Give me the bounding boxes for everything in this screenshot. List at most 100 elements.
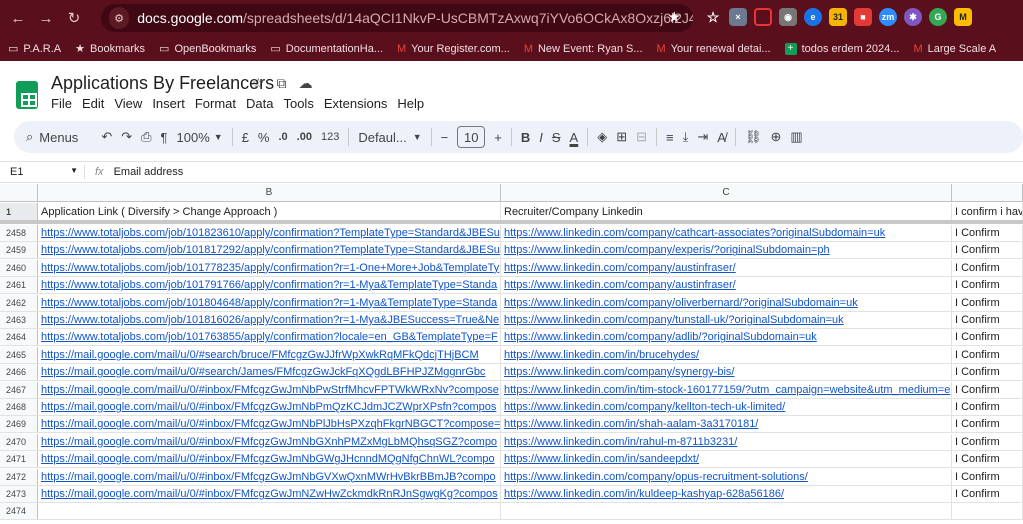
- cell-application-link[interactable]: https://www.totaljobs.com/job/101763855/…: [38, 329, 501, 346]
- cell-confirm[interactable]: I Confirm: [952, 312, 1023, 328]
- cell-linkedin-link[interactable]: https://www.linkedin.com/company/opus-re…: [501, 468, 952, 485]
- cell-confirm[interactable]: I Confirm: [952, 399, 1023, 415]
- cell-application-link[interactable]: https://www.totaljobs.com/job/101791766/…: [38, 277, 501, 294]
- row-number[interactable]: 1: [0, 203, 38, 220]
- row-number[interactable]: 2465: [0, 346, 38, 363]
- row-number[interactable]: 2470: [0, 433, 38, 450]
- cell-linkedin-link[interactable]: https://www.linkedin.com/company/experis…: [501, 242, 952, 259]
- bold-icon[interactable]: B: [521, 130, 530, 145]
- column-header-d[interactable]: [952, 184, 1023, 202]
- cell-confirm[interactable]: [952, 503, 1023, 520]
- cell-application-link[interactable]: https://mail.google.com/mail/u/0/#search…: [38, 364, 501, 381]
- cell-linkedin-link[interactable]: https://www.linkedin.com/in/sandeepdxt/: [501, 451, 952, 468]
- italic-icon[interactable]: I: [539, 130, 543, 145]
- menu-format[interactable]: Format: [195, 96, 236, 111]
- cell-linkedin-link[interactable]: https://www.linkedin.com/in/shah-aalam-3…: [501, 416, 952, 433]
- cell-linkedin-link[interactable]: https://www.linkedin.com/company/austinf…: [501, 277, 952, 294]
- cell-application-link[interactable]: https://mail.google.com/mail/u/0/#search…: [38, 346, 501, 363]
- menu-view[interactable]: View: [114, 96, 142, 111]
- bookmark-star-icon[interactable]: ★: [668, 8, 681, 26]
- reload-icon[interactable]: ↻: [62, 9, 86, 27]
- cell-linkedin-link[interactable]: https://www.linkedin.com/company/oliverb…: [501, 294, 952, 311]
- bookmark-new-event[interactable]: M New Event: Ryan S...: [524, 43, 643, 55]
- cell-confirm[interactable]: I Confirm: [952, 486, 1023, 502]
- cell-application-link[interactable]: https://mail.google.com/mail/u/0/#inbox/…: [38, 433, 501, 450]
- number-format-button[interactable]: 123: [321, 131, 339, 143]
- row-number[interactable]: 2459: [0, 242, 38, 259]
- bookmark-large-scale[interactable]: M Large Scale A: [913, 43, 996, 55]
- gear-extension-icon[interactable]: ✱: [904, 8, 922, 26]
- bookmark-para[interactable]: ▭ P.A.R.A: [8, 42, 61, 56]
- borders-icon[interactable]: ⊞: [616, 129, 627, 145]
- undo-icon[interactable]: ↶: [101, 129, 112, 145]
- cell-confirm[interactable]: I Confirm: [952, 451, 1023, 468]
- cell-confirm[interactable]: I Confirm: [952, 433, 1023, 450]
- cell-confirm[interactable]: I Confirm: [952, 416, 1023, 433]
- screenshot-extension-icon[interactable]: [754, 8, 772, 26]
- cell-linkedin-link[interactable]: https://www.linkedin.com/in/rahul-m-8711…: [501, 433, 952, 450]
- cell-confirm[interactable]: I Confirm: [952, 242, 1023, 259]
- cell-application-link[interactable]: https://mail.google.com/mail/u/0/#inbox/…: [38, 381, 501, 398]
- insert-comment-icon[interactable]: ⊕: [770, 129, 781, 145]
- row-number[interactable]: 2474: [0, 503, 38, 520]
- currency-format-button[interactable]: £: [242, 130, 249, 145]
- row-number[interactable]: 2462: [0, 294, 38, 311]
- todoist-extension-icon[interactable]: ■: [854, 8, 872, 26]
- name-box[interactable]: E1 ▼: [0, 166, 84, 178]
- cell-linkedin-link[interactable]: https://www.linkedin.com/in/tim-stock-16…: [501, 381, 952, 398]
- row-number[interactable]: 2467: [0, 381, 38, 398]
- cell-confirm[interactable]: I Confirm: [952, 277, 1023, 294]
- zoom-extension-icon[interactable]: zm: [879, 8, 897, 26]
- cell-linkedin-link[interactable]: https://www.linkedin.com/in/kuldeep-kash…: [501, 486, 952, 502]
- miro-extension-icon[interactable]: M: [954, 8, 972, 26]
- cloud-status-icon[interactable]: ☁: [299, 75, 313, 92]
- cell-confirm[interactable]: I Confirm: [952, 364, 1023, 381]
- header-cell-b[interactable]: Application Link ( Diversify > Change Ap…: [38, 203, 501, 220]
- cell-application-link[interactable]: https://www.totaljobs.com/job/101823610/…: [38, 225, 501, 241]
- grammarly-extension-icon[interactable]: G: [929, 8, 947, 26]
- font-size-input[interactable]: 10: [457, 126, 486, 148]
- back-icon[interactable]: ←: [6, 10, 30, 27]
- cell-confirm[interactable]: I Confirm: [952, 346, 1023, 363]
- menu-extensions[interactable]: Extensions: [324, 96, 388, 111]
- bookmark-renewal[interactable]: M Your renewal detai...: [657, 43, 771, 55]
- strikethrough-icon[interactable]: S: [552, 130, 561, 145]
- insert-chart-icon[interactable]: ▥: [790, 129, 802, 145]
- search-menus[interactable]: ⌕ Menus: [26, 129, 92, 145]
- select-all-corner[interactable]: [0, 184, 38, 202]
- decrease-decimal-button[interactable]: .0: [278, 131, 287, 143]
- menu-edit[interactable]: Edit: [82, 96, 104, 111]
- cell-confirm[interactable]: I Confirm: [952, 294, 1023, 311]
- text-rotation-icon[interactable]: A̸: [717, 130, 726, 145]
- cell-linkedin-link[interactable]: https://www.linkedin.com/company/cathcar…: [501, 225, 952, 241]
- row-number[interactable]: 2464: [0, 329, 38, 346]
- cell-confirm[interactable]: I Confirm: [952, 468, 1023, 485]
- cell-linkedin-link[interactable]: https://www.linkedin.com/in/brucehydes/: [501, 346, 952, 363]
- row-number[interactable]: 2468: [0, 399, 38, 415]
- print-icon[interactable]: ⎙: [141, 129, 151, 145]
- cell-application-link[interactable]: https://mail.google.com/mail/u/0/#inbox/…: [38, 416, 501, 433]
- cell-linkedin-link[interactable]: https://www.linkedin.com/company/adlib/?…: [501, 329, 952, 346]
- row-number[interactable]: 2473: [0, 486, 38, 502]
- calendar-extension-icon[interactable]: 31: [829, 8, 847, 26]
- merge-cells-icon[interactable]: ⊟: [636, 129, 647, 145]
- bookmark-openbookmarks[interactable]: ▭ OpenBookmarks: [159, 42, 256, 56]
- text-color-icon[interactable]: A: [570, 130, 579, 145]
- cell-application-link[interactable]: https://mail.google.com/mail/u/0/#inbox/…: [38, 399, 501, 415]
- cell-linkedin-link[interactable]: https://www.linkedin.com/company/tunstal…: [501, 312, 952, 328]
- row-number[interactable]: 2466: [0, 364, 38, 381]
- sheets-logo-icon[interactable]: [16, 81, 38, 109]
- text-wrap-icon[interactable]: ⇥: [697, 129, 708, 145]
- row-number[interactable]: 2471: [0, 451, 38, 468]
- percent-format-button[interactable]: %: [258, 130, 270, 145]
- menu-insert[interactable]: Insert: [152, 96, 185, 111]
- zoom-select[interactable]: 100% ▼: [177, 130, 223, 145]
- cell-linkedin-link[interactable]: https://www.linkedin.com/company/kellton…: [501, 399, 952, 415]
- cell-application-link[interactable]: https://mail.google.com/mail/u/0/#inbox/…: [38, 486, 501, 502]
- cell-application-link[interactable]: https://www.totaljobs.com/job/101778235/…: [38, 259, 501, 276]
- move-folder-icon[interactable]: ⧉: [277, 75, 287, 92]
- row-number[interactable]: 2472: [0, 468, 38, 485]
- row-number[interactable]: 2461: [0, 277, 38, 294]
- bookmark-todos[interactable]: + todos erdem 2024...: [784, 42, 899, 55]
- cell-confirm[interactable]: I Confirm: [952, 381, 1023, 398]
